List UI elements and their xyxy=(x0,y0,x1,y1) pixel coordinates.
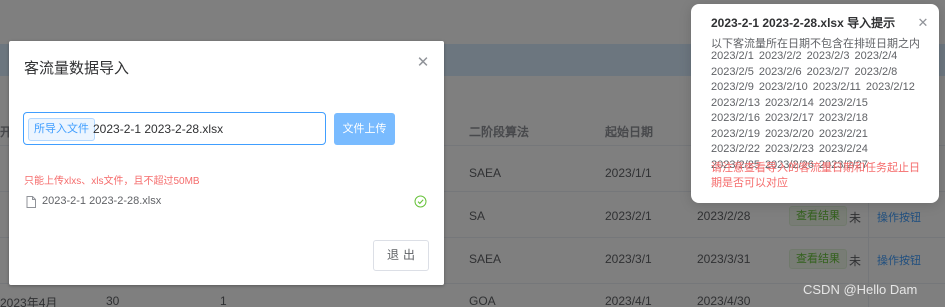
close-icon[interactable]: ✕ xyxy=(916,16,930,30)
dialog-title: 客流量数据导入 xyxy=(24,60,130,77)
date-item: 2023/2/23 xyxy=(764,143,814,155)
date-item: 2023/2/10 xyxy=(758,81,808,93)
upload-button[interactable]: 文件上传 xyxy=(334,113,395,145)
date-item: 2023/2/12 xyxy=(865,81,915,93)
date-item: 2023/2/8 xyxy=(854,65,898,78)
date-item: 2023/2/5 xyxy=(711,65,754,78)
selected-file-name: 2023-2-1 2023-2-28.xlsx xyxy=(93,122,224,136)
date-item: 2023/2/16 xyxy=(711,112,760,124)
date-item: 2023/2/7 xyxy=(806,65,850,78)
date-item: 2023/2/17 xyxy=(764,112,814,124)
date-item: 2023/2/6 xyxy=(758,65,802,78)
date-item: 2023/2/4 xyxy=(854,50,898,62)
date-item: 2023/2/19 xyxy=(711,127,760,140)
document-icon xyxy=(26,196,36,208)
exit-button[interactable]: 退出 xyxy=(373,240,429,271)
date-item: 2023/2/22 xyxy=(711,143,760,155)
date-item: 2023/2/3 xyxy=(806,50,850,62)
file-input[interactable]: 所导入文件 2023-2-1 2023-2-28.xlsx xyxy=(23,112,326,145)
date-item: 2023/2/24 xyxy=(818,143,868,155)
date-item: 2023/2/20 xyxy=(764,127,814,140)
date-item: 2023/2/15 xyxy=(818,96,868,109)
watermark: CSDN @Hello Dam xyxy=(803,282,918,297)
notification-warning: 请注意查看导入的客流量日期和任务起止日期是否可以对应 xyxy=(711,162,920,189)
circle-check-icon xyxy=(414,195,427,208)
date-item: 2023/2/13 xyxy=(711,96,760,109)
date-item: 2023/2/2 xyxy=(758,50,802,62)
date-item: 2023/2/18 xyxy=(818,112,868,124)
date-item: 2023/2/14 xyxy=(764,96,814,109)
upload-hint: 只能上传xlxs、xls文件，且不超过50MB xyxy=(24,176,200,187)
import-dialog: 客流量数据导入 ✕ 所导入文件 2023-2-1 2023-2-28.xlsx … xyxy=(9,41,444,285)
import-notification: 2023-2-1 2023-2-28.xlsx 导入提示 ✕ 以下客流量所在日期… xyxy=(691,4,939,203)
missing-dates-list: 2023/2/1 2023/2/2 2023/2/3 2023/2/4 2023/2/5… xyxy=(711,49,926,173)
uploaded-file-name: 2023-2-1 2023-2-28.xlsx xyxy=(42,195,162,207)
close-icon[interactable]: ✕ xyxy=(415,55,431,71)
select-file-button[interactable]: 所导入文件 xyxy=(28,118,95,141)
uploaded-file-item[interactable]: 2023-2-1 2023-2-28.xlsx xyxy=(24,192,429,212)
date-item: 2023/2/11 xyxy=(812,81,861,93)
date-item: 2023/2/1 xyxy=(711,50,754,62)
notification-title: 2023-2-1 2023-2-28.xlsx 导入提示 xyxy=(711,16,896,30)
date-item: 2023/2/21 xyxy=(818,127,868,140)
date-item: 2023/2/9 xyxy=(711,81,754,93)
